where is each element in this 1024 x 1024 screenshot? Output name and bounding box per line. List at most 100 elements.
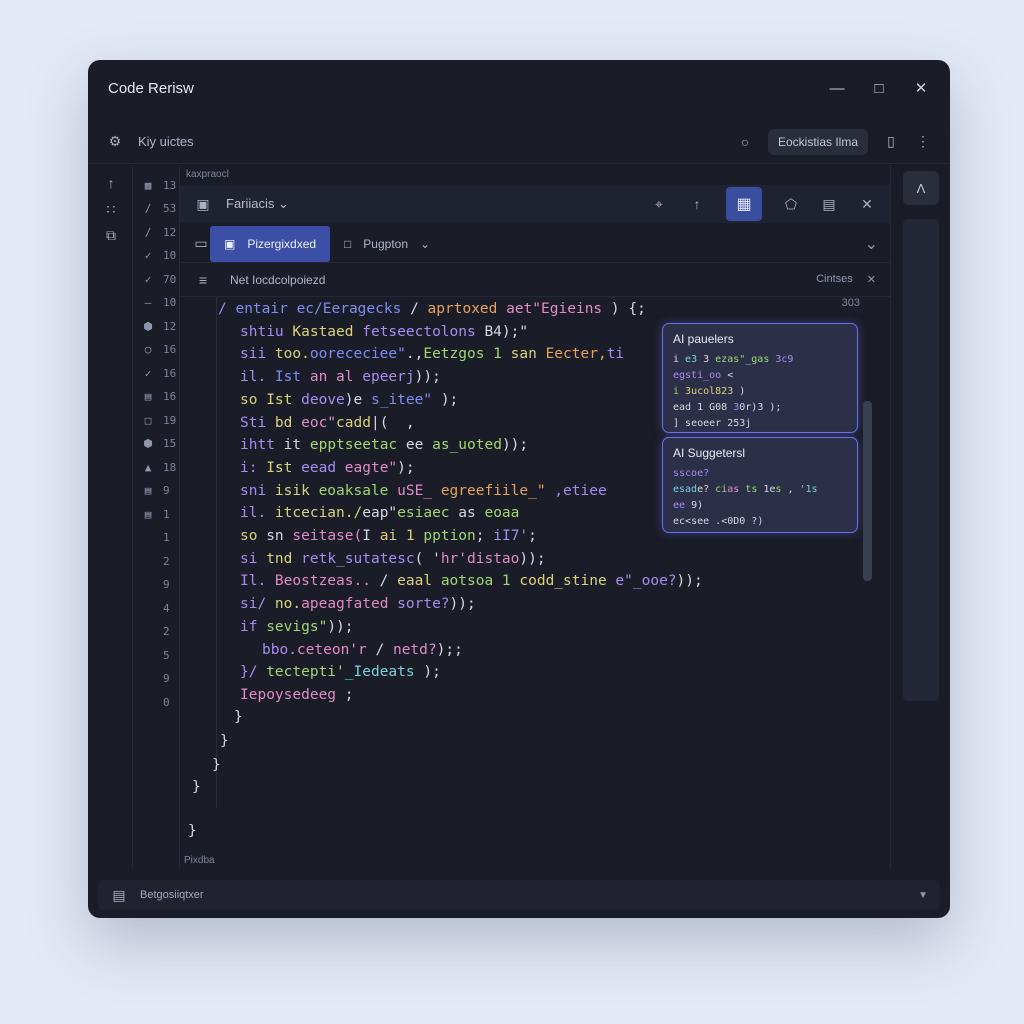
code-token: pption xyxy=(423,528,476,544)
arrow-up-icon[interactable]: ↑ xyxy=(102,175,120,191)
gutter-marker-icon[interactable]: ○ xyxy=(139,343,157,356)
shield-icon[interactable]: ⬠ xyxy=(782,196,800,213)
code-line[interactable]: si tnd retk_sutatesc( 'hr'distao)); xyxy=(240,551,546,567)
gutter-marker-icon[interactable]: ✓ xyxy=(139,249,157,262)
ai-token: esad xyxy=(673,484,698,495)
gutter-marker-icon[interactable]: □ xyxy=(139,414,157,427)
code-token: )); xyxy=(501,437,529,454)
crop-icon[interactable]: ⌖ xyxy=(650,196,668,213)
line-number: 53 xyxy=(163,202,177,215)
gutter-marker-icon[interactable]: ▤ xyxy=(139,508,157,521)
code-line[interactable]: ihtt it epptseetac ee as_uoted)); xyxy=(240,437,528,453)
ai-token: ) xyxy=(733,386,746,397)
line-number: 9 xyxy=(163,484,170,497)
code-token: ., xyxy=(405,346,424,363)
gutter-marker-icon[interactable]: — xyxy=(139,296,157,309)
grid-icon[interactable]: ∷ xyxy=(102,201,120,218)
ai-suggestion-card[interactable]: AI Suggetersl sscoe? esade? cias ts 1es , … xyxy=(662,437,858,533)
gutter-marker-icon[interactable]: ⬢ xyxy=(139,320,157,333)
minimize-icon[interactable]: — xyxy=(828,79,846,97)
code-token: Ist xyxy=(266,391,302,408)
gutter-marker-icon[interactable]: ▤ xyxy=(139,390,157,403)
package-icon[interactable]: ▤ xyxy=(820,196,838,213)
close-icon[interactable]: ✕ xyxy=(867,273,876,286)
code-line[interactable]: i: Ist eead eagte"); xyxy=(240,460,415,476)
code-token: bd xyxy=(274,414,302,431)
panel-icon[interactable]: ▯ xyxy=(882,133,900,150)
ai-token: 0 xyxy=(739,516,752,527)
code-token: Kastaed xyxy=(292,323,363,340)
gutter-marker-icon[interactable]: ✓ xyxy=(139,367,157,380)
code-line[interactable]: si/ no.apeagfated sorte?)); xyxy=(240,596,476,612)
ai-token: ) xyxy=(697,500,704,511)
code-line[interactable]: Sti bd eoc"cadd|( , xyxy=(240,415,415,431)
code-line[interactable]: il. itcecian./eap"esiaec as eoaa xyxy=(240,505,519,521)
chevron-down-icon: ⌄ xyxy=(278,196,289,211)
ai-card-line: ec<see .<0D0 ?) xyxy=(673,514,847,530)
code-line[interactable]: so sn seitase(I ai 1 pption; iI7'; xyxy=(240,528,537,544)
code-token: it xyxy=(283,437,310,454)
code-line[interactable]: so Ist deove)e s_itee" ); xyxy=(240,392,458,408)
tab-active[interactable]: ▣ Pizergixdxed xyxy=(210,225,331,262)
file-dropdown[interactable]: Fariiacis ⌄ xyxy=(226,196,289,212)
gutter-marker-icon[interactable]: ▤ xyxy=(139,484,157,497)
gutter-marker-icon[interactable]: ▲ xyxy=(139,461,157,474)
context-pill-button[interactable]: Eockistias Ilma xyxy=(767,128,868,155)
closing-brace: } xyxy=(188,823,197,839)
close-icon[interactable]: ✕ xyxy=(912,79,930,97)
review-icon[interactable]: ▦ xyxy=(726,187,762,221)
chevron-down-icon: ⌄ xyxy=(420,236,431,251)
code-line[interactable]: bbo.ceteon'r / netd?);; xyxy=(262,642,463,658)
code-token: entair ec/Eeragecks xyxy=(235,301,402,317)
ai-token: sscoe? xyxy=(673,468,710,479)
chevron-down-icon[interactable]: ⌄ xyxy=(865,234,878,254)
code-line[interactable]: Iepoysedeeg ; xyxy=(240,687,354,703)
gutter-row: ∕ 53 xyxy=(133,199,180,219)
gutter-marker-icon[interactable]: ∕ xyxy=(139,226,157,239)
line-number: 10 xyxy=(163,296,177,309)
bottom-panel[interactable]: ▤ Betgosiiqtxer ▼ xyxy=(98,880,940,910)
tab-secondary[interactable]: □ Pugpton ⌄ xyxy=(330,226,444,262)
code-token: ); xyxy=(414,664,441,681)
code-token: aotsoa 1 xyxy=(440,573,520,590)
ai-card-line: ee 9) xyxy=(673,498,847,514)
status-circle-icon[interactable]: ○ xyxy=(736,134,754,150)
line-number: 5 xyxy=(163,648,170,662)
settings-icon[interactable]: ⚙ xyxy=(106,133,124,150)
gutter-marker-icon[interactable]: ▩ xyxy=(139,179,157,192)
close-icon[interactable]: ✕ xyxy=(858,196,876,213)
scrollbar[interactable] xyxy=(863,401,872,581)
code-token: I xyxy=(362,528,380,544)
collapse-icon[interactable]: Λ xyxy=(903,171,939,205)
chevron-down-icon[interactable]: ▼ xyxy=(918,890,928,901)
outline-panel[interactable] xyxy=(903,219,939,701)
gutter-row: ✓ 16 xyxy=(133,363,180,383)
code-line[interactable]: / entair ec/Eeragecks / aprtoxed aet"Egi… xyxy=(218,301,646,317)
gutter-marker-icon[interactable]: ✓ xyxy=(139,273,157,286)
code-token: eoaa xyxy=(484,505,520,522)
code-line[interactable]: if sevigs")); xyxy=(240,619,354,635)
code-line[interactable]: sni isik eoaksale uSE_ egreefiile_" ,eti… xyxy=(240,483,607,499)
more-icon[interactable]: ⋮ xyxy=(914,133,932,150)
ai-token: 3 xyxy=(703,354,716,365)
gutter-marker-icon[interactable]: ⬢ xyxy=(139,437,157,450)
code-line[interactable]: Il. Beostzeas.. / eaal aotsoa 1 codd_sti… xyxy=(240,573,703,589)
code-line[interactable]: }/ tectepti'_Iedeats ); xyxy=(240,664,441,680)
gutter-marker-icon[interactable]: ∕ xyxy=(139,202,157,215)
code-token: no. xyxy=(274,596,302,613)
ai-panel-card[interactable]: AI pauelers i e3 3 ezas"_gas 3c9 egsti_oo … xyxy=(662,323,858,433)
ai-token: 253 xyxy=(721,418,746,429)
code-line[interactable]: sii too.oorececiee".,Eetzgos 1 san Eecte… xyxy=(240,346,624,362)
maximize-icon[interactable]: □ xyxy=(870,79,888,97)
editor-tabs: ▭ ▣ Pizergixdxed □ Pugpton ⌄ ⌄ xyxy=(180,225,890,263)
code-token: egreefiile_" xyxy=(440,482,546,499)
panel-right-label[interactable]: Cintses xyxy=(816,273,853,286)
gutter-row: ⬢ 12 xyxy=(133,316,180,336)
code-token: eoaksale xyxy=(318,482,398,499)
code-line[interactable]: il. Ist an al epeerj)); xyxy=(240,369,441,385)
code-line[interactable]: shtiu Kastaed fetseectolons B4);" xyxy=(240,324,528,340)
status-text: Pixdba xyxy=(184,855,215,866)
extensions-icon[interactable]: ⧉ xyxy=(102,227,120,244)
pin-icon[interactable]: ↑ xyxy=(688,196,706,212)
code-token: si xyxy=(240,550,267,567)
